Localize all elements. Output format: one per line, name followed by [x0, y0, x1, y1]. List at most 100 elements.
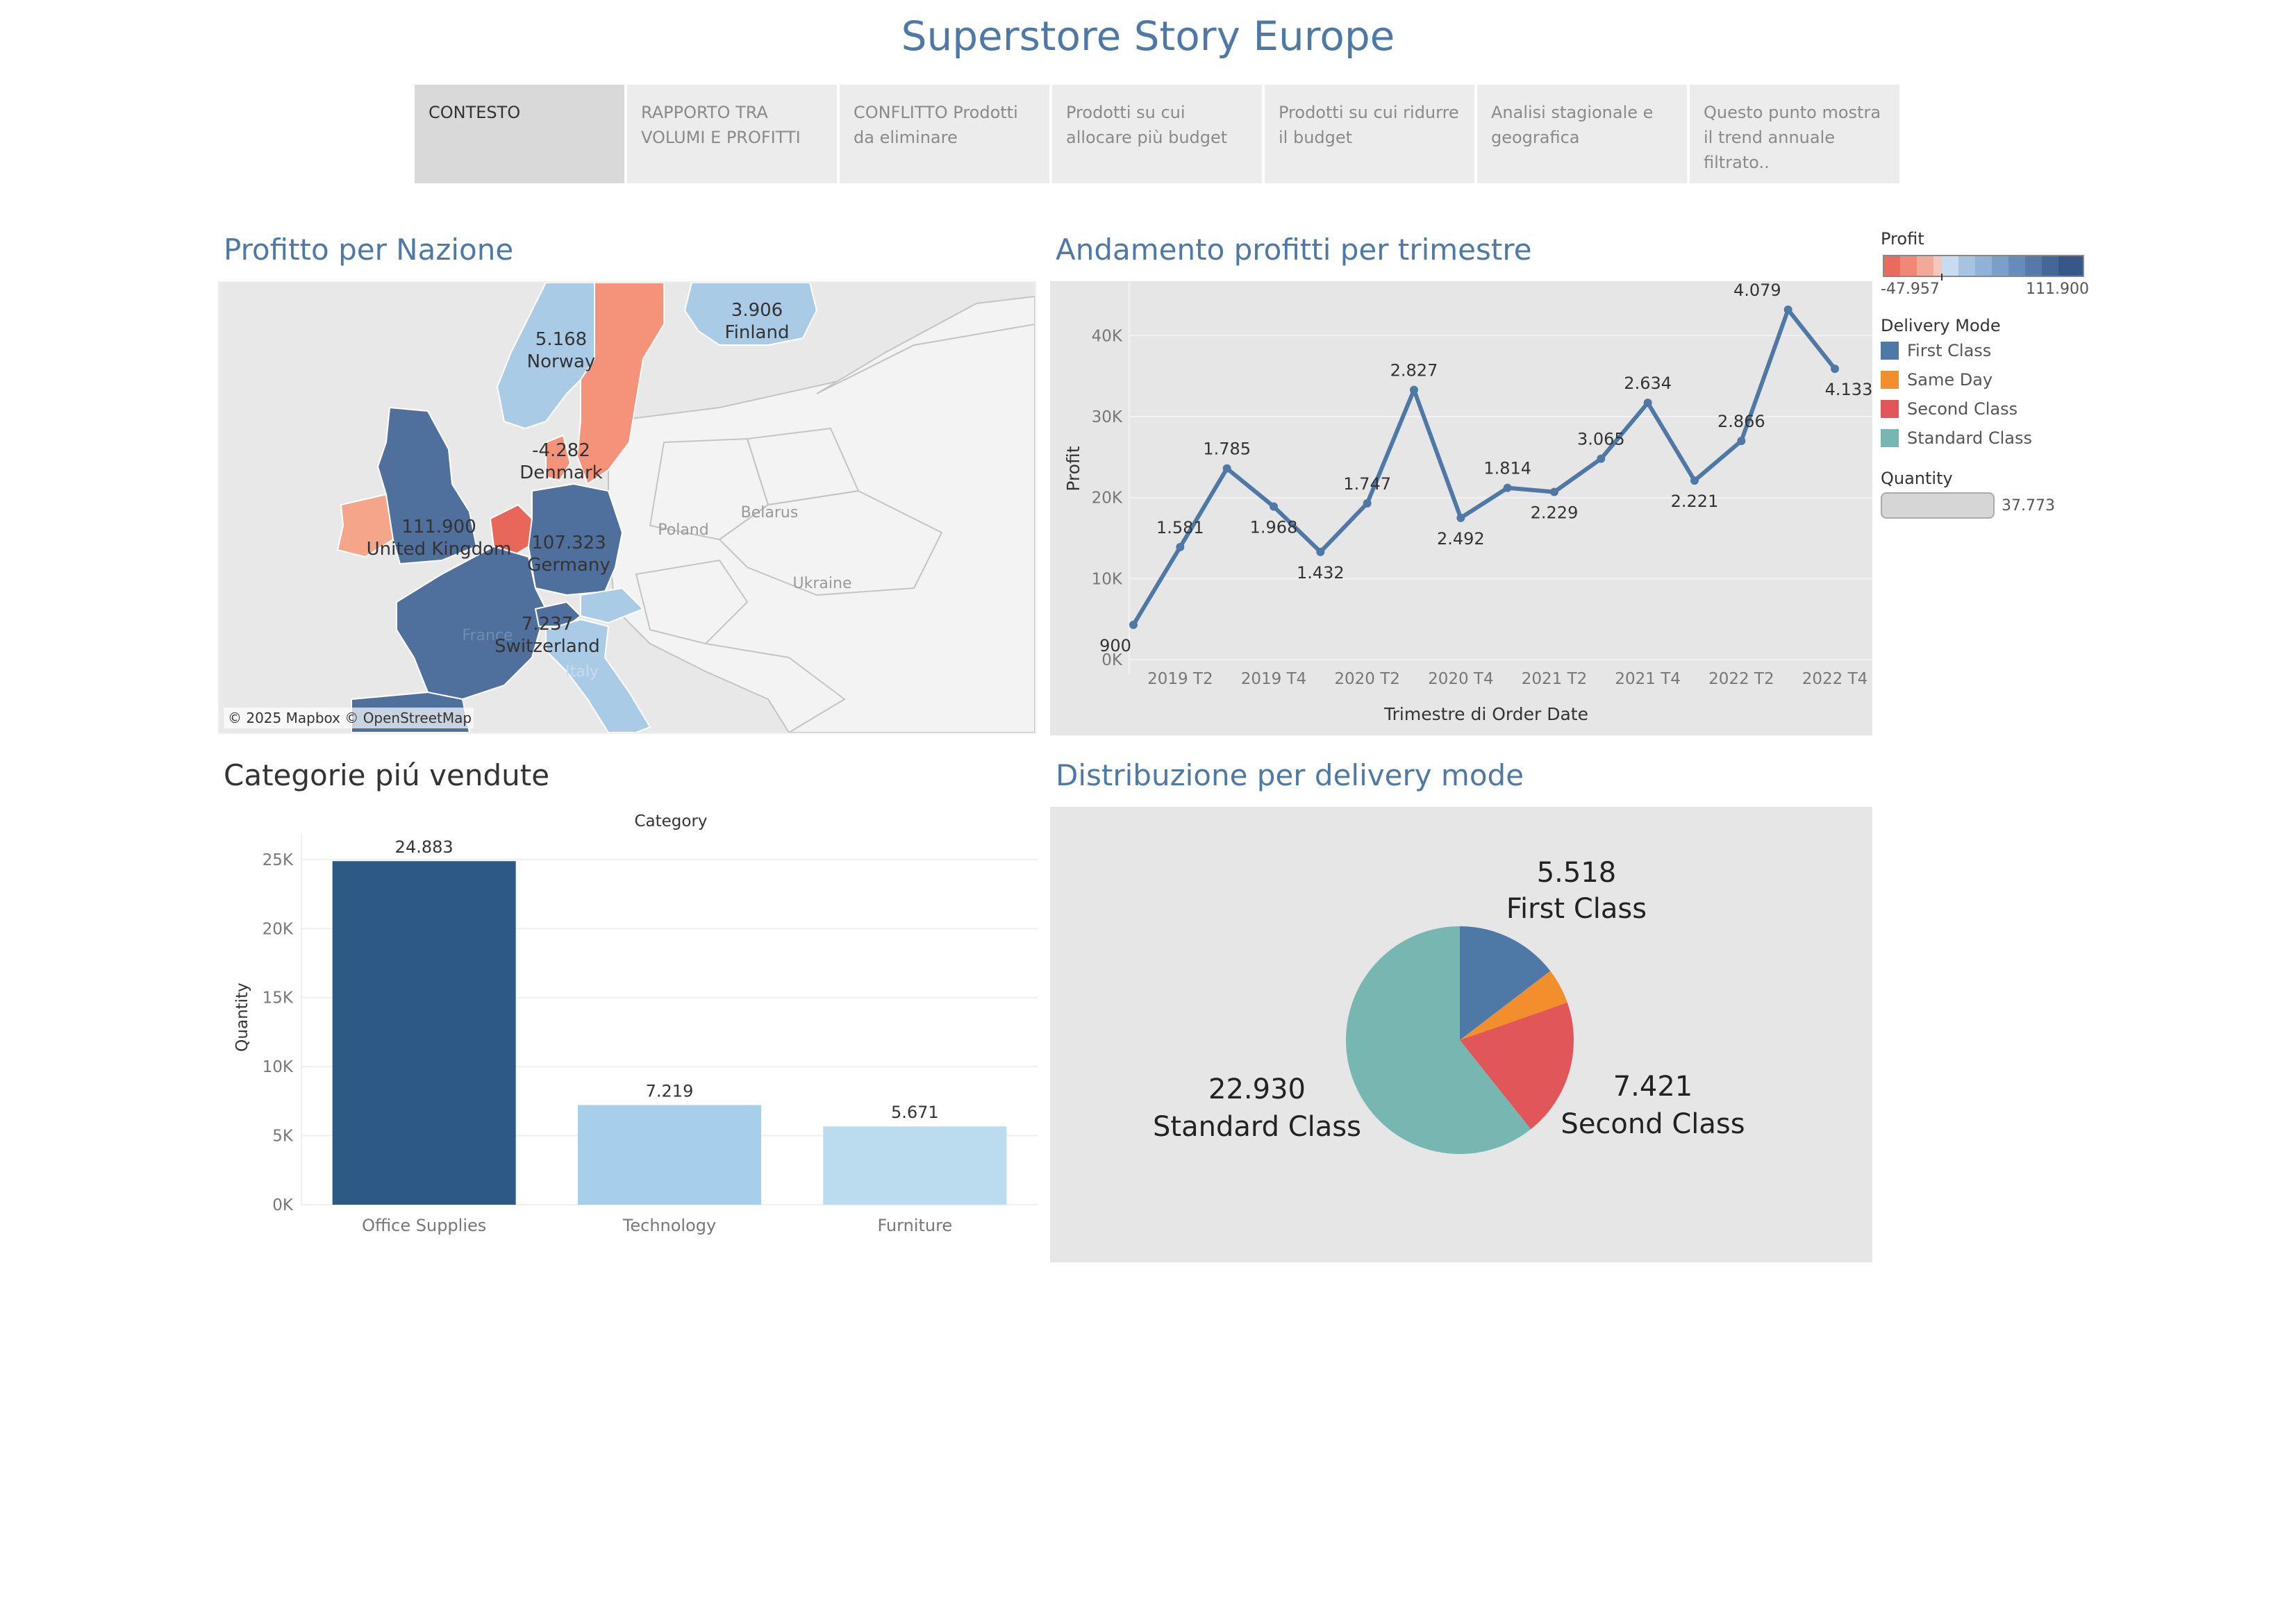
- line-x-tick: 2022 T4: [1802, 670, 1868, 688]
- line-data-label: 1.581: [1156, 518, 1204, 537]
- profit-legend-min: -47.957: [1881, 281, 1940, 298]
- line-point[interactable]: [1503, 483, 1512, 492]
- pie-chart-title: Distribuzione per delivery mode: [1056, 758, 1524, 792]
- same-day-swatch: [1881, 371, 1899, 389]
- bar-chart-panel[interactable]: Category 0K 5K 10K 15K 20K 25K 24.883 7.219 5.6…: [218, 805, 1038, 1250]
- line-point[interactable]: [1363, 499, 1372, 508]
- line-y-tick: 20K: [1092, 490, 1123, 508]
- line-y-axis-title: Profit: [1063, 446, 1083, 491]
- line-x-tick: 2022 T2: [1708, 670, 1774, 688]
- line-point[interactable]: [1129, 620, 1138, 629]
- profit-map[interactable]: Poland Belarus Ukraine France Italy 3.90…: [218, 281, 1036, 734]
- bar-y-tick: 15K: [263, 989, 294, 1008]
- legend-item-second-class[interactable]: Second Class: [1881, 399, 2110, 419]
- story-point-ridurre-budget[interactable]: Prodotti su cui ridurre il budget: [1265, 85, 1474, 183]
- line-data-label: 2.492: [1437, 529, 1485, 549]
- line-point[interactable]: [1176, 542, 1185, 551]
- pie-name-label: First Class: [1506, 893, 1647, 925]
- profit-color-ramp[interactable]: [1881, 253, 2089, 281]
- line-point[interactable]: [1550, 487, 1558, 496]
- quantity-legend-title: Quantity: [1881, 469, 1953, 488]
- line-point[interactable]: [1831, 365, 1839, 374]
- pie-name-label: Second Class: [1561, 1108, 1745, 1140]
- germany-name: Germany: [527, 555, 610, 576]
- line-point[interactable]: [1643, 399, 1652, 408]
- map-attribution[interactable]: © 2025 Mapbox © OpenStreetMap: [228, 710, 472, 726]
- norway-name: Norway: [527, 351, 596, 372]
- bar-office-supplies[interactable]: [332, 861, 516, 1205]
- finland-name: Finland: [725, 322, 790, 343]
- line-x-tick: 2020 T4: [1428, 670, 1494, 688]
- story-point-contesto[interactable]: CONTESTO: [415, 85, 624, 183]
- same-day-label: Same Day: [1907, 370, 1993, 390]
- line-y-tick: 10K: [1092, 570, 1123, 588]
- line-data-label: 2.229: [1531, 503, 1579, 523]
- bar-furniture[interactable]: [823, 1126, 1007, 1205]
- bar-bars: 24.883 7.219 5.671: [332, 837, 1007, 1205]
- line-point[interactable]: [1270, 502, 1278, 511]
- second-class-label: Second Class: [1907, 399, 2018, 419]
- story-point-allocare-budget[interactable]: Prodotti su cui allocare più budget: [1052, 85, 1262, 183]
- map-label-ukraine: Ukraine: [793, 575, 852, 592]
- switzerland-value: 7.237: [522, 614, 573, 635]
- denmark-name: Denmark: [519, 462, 603, 483]
- bar-technology[interactable]: [578, 1105, 761, 1205]
- pie-chart-panel[interactable]: 5.518 First Class 7.421 Second Class 22.930 S…: [1050, 807, 1872, 1262]
- bar-chart-title: Categorie piú vendute: [224, 758, 550, 792]
- profit-legend-max: 111.900: [2026, 281, 2089, 298]
- legend-item-standard-class[interactable]: Standard Class: [1881, 428, 2110, 448]
- bar-chart: Category 0K 5K 10K 15K 20K 25K 24.883 7.219 5.6…: [233, 812, 1038, 1235]
- line-point[interactable]: [1456, 513, 1465, 522]
- story-point-rapporto[interactable]: RAPPORTO TRA VOLUMI E PROFITTI: [627, 85, 837, 183]
- line-x-tick: 2020 T2: [1334, 670, 1400, 688]
- story-title: Superstore Story Europe: [901, 12, 1395, 60]
- legend-item-same-day[interactable]: Same Day: [1881, 370, 2110, 390]
- switzerland-name: Switzerland: [494, 636, 600, 657]
- bar-y-tick: 20K: [263, 920, 294, 938]
- story-point-conflitto[interactable]: CONFLITTO Prodotti da eliminare: [840, 85, 1049, 183]
- line-point[interactable]: [1783, 306, 1792, 314]
- bar-y-tick: 10K: [263, 1058, 294, 1076]
- line-point[interactable]: [1690, 476, 1699, 485]
- uk-value: 111.900: [401, 517, 476, 537]
- pie-value-label: 5.518: [1537, 857, 1617, 889]
- line-data-label: 1.432: [1297, 563, 1345, 583]
- quantity-legend[interactable]: 37.773: [1881, 492, 2110, 519]
- line-point[interactable]: [1316, 547, 1325, 556]
- quantity-size-swatch: [1881, 492, 1995, 519]
- bar-value-label: 24.883: [395, 837, 454, 857]
- bar-category-label: Furniture: [877, 1216, 952, 1235]
- pie-name-label: Standard Class: [1153, 1111, 1361, 1143]
- line-x-axis-title: Trimestre di Order Date: [1383, 704, 1588, 724]
- standard-class-label: Standard Class: [1907, 428, 2032, 448]
- bar-category-label: Office Supplies: [362, 1216, 486, 1235]
- line-data-label: 1.968: [1250, 518, 1298, 537]
- map-label-belarus: Belarus: [741, 504, 799, 521]
- pie-chart: 5.518 First Class 7.421 Second Class 22.930 S…: [1153, 857, 1745, 1154]
- bar-y-tick: 0K: [272, 1196, 294, 1214]
- bar-y-axis-title: Quantity: [233, 983, 251, 1051]
- standard-class-swatch: [1881, 429, 1899, 447]
- line-data-labels: 900 1.581 1.785 1.968 1.432 1.747 2.827 2.492 1.…: [1099, 281, 1872, 655]
- line-x-tick: 2021 T2: [1522, 670, 1588, 688]
- line-y-ticks: 0K10K20K30K40K: [1092, 327, 1123, 669]
- line-point[interactable]: [1597, 454, 1606, 463]
- line-x-tick: 2019 T4: [1241, 670, 1307, 688]
- pie-value-label: 22.930: [1208, 1073, 1306, 1105]
- bar-y-tick: 25K: [263, 851, 294, 869]
- story-point-analisi-stagionale[interactable]: Analisi stagionale e geografica: [1477, 85, 1687, 183]
- story-navigation: CONTESTO RAPPORTO TRA VOLUMI E PROFITTI …: [415, 85, 1899, 183]
- line-chart-panel[interactable]: 0K 10K 20K 30K 40K 2019 T2 2019 T4 2020 T2 2020…: [1050, 281, 1872, 735]
- first-class-swatch: [1881, 342, 1899, 360]
- line-point[interactable]: [1410, 385, 1418, 394]
- line-point[interactable]: [1737, 437, 1746, 445]
- story-point-trend-annuale[interactable]: Questo punto mostra il trend annuale fil…: [1690, 85, 1899, 183]
- legend-item-first-class[interactable]: First Class: [1881, 341, 2110, 360]
- line-chart-title: Andamento profitti per trimestre: [1056, 233, 1532, 267]
- map-label-poland: Poland: [658, 521, 708, 539]
- line-data-label: 3.065: [1577, 430, 1625, 449]
- first-class-label: First Class: [1907, 341, 1992, 360]
- uk-name: United Kingdom: [367, 539, 512, 560]
- line-point[interactable]: [1222, 464, 1231, 473]
- line-data-label: 1.747: [1343, 474, 1391, 494]
